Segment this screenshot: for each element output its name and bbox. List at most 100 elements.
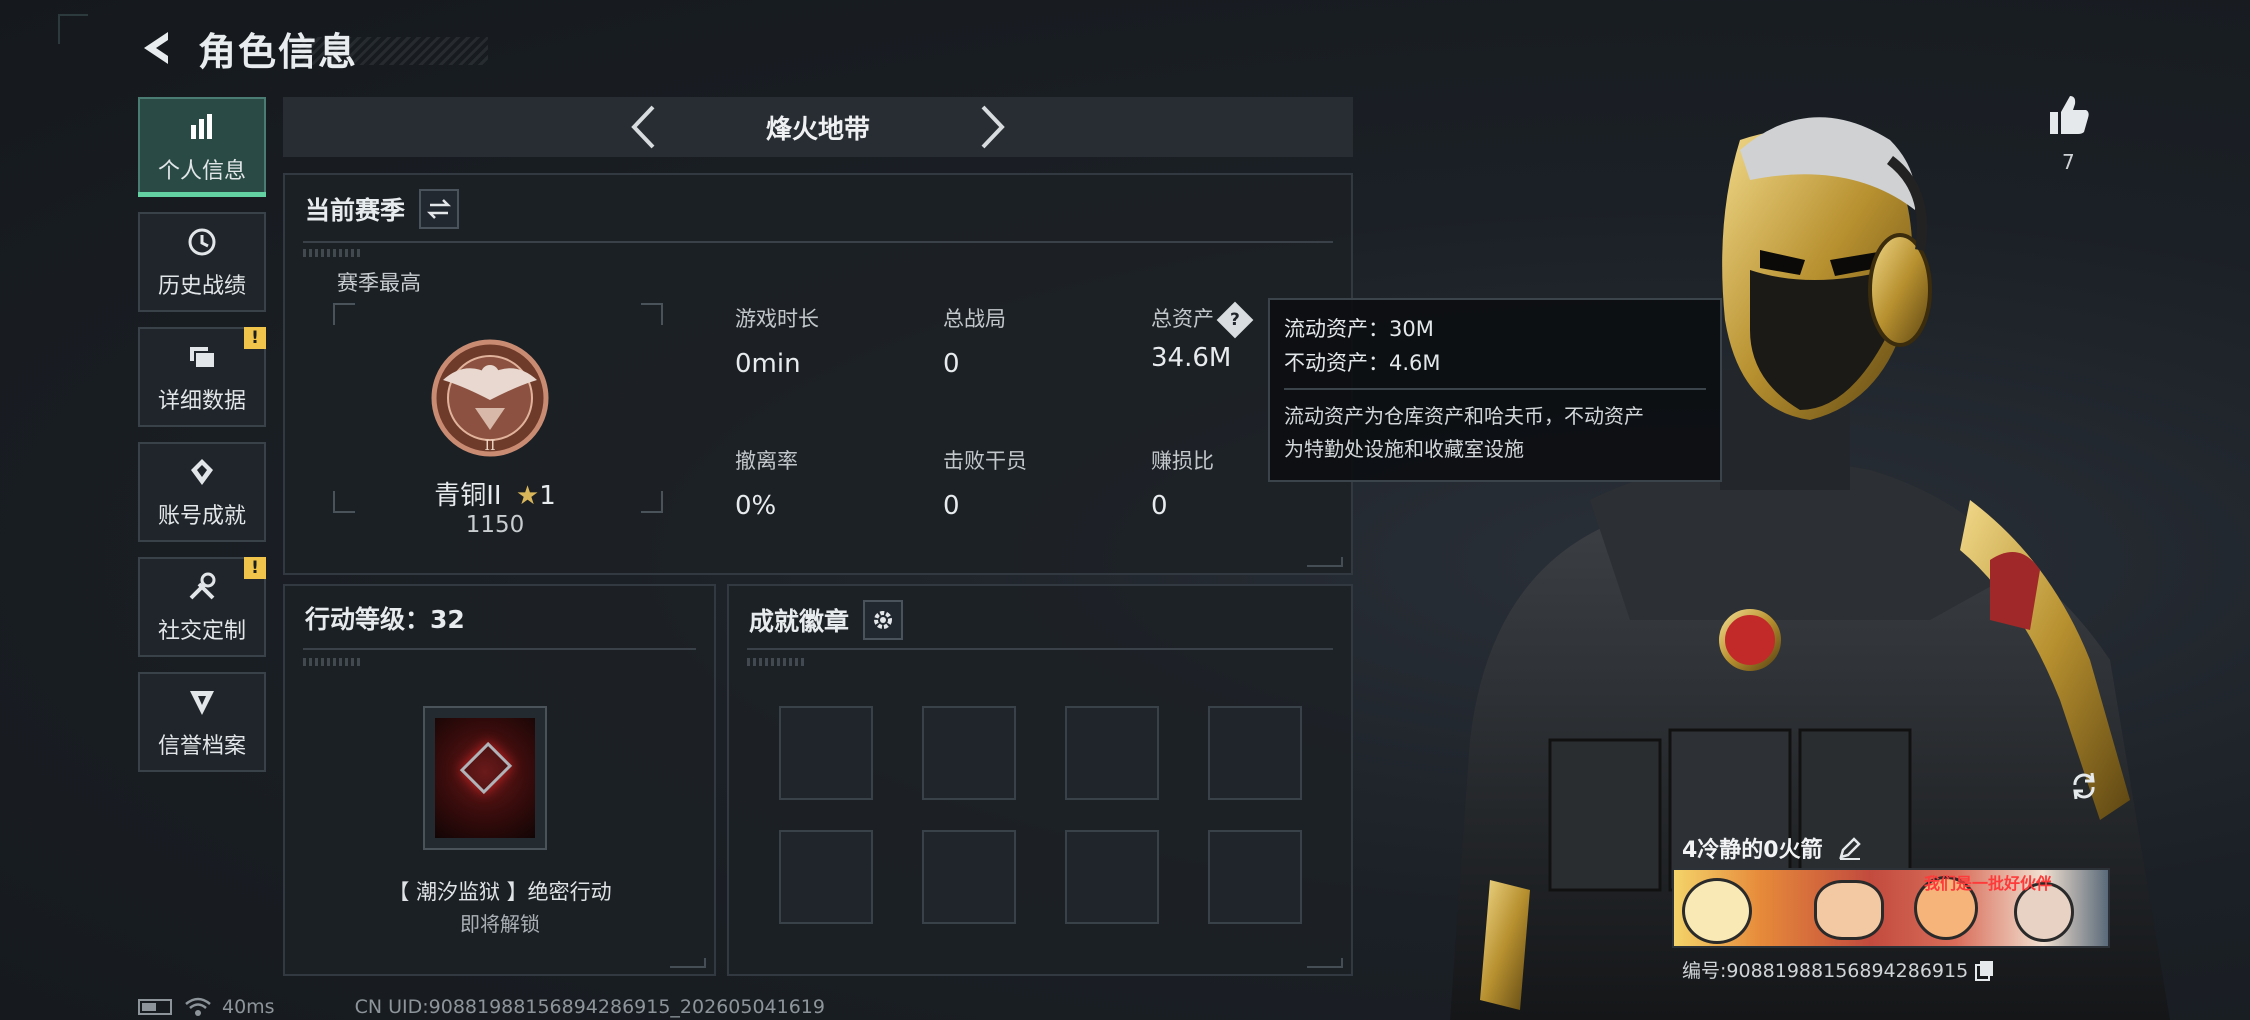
gear-icon bbox=[874, 611, 893, 629]
sidebar-item-detail-data[interactable]: 详细数据 ! bbox=[138, 327, 266, 427]
banner-title: 我们是一批好伙伴 bbox=[1924, 874, 2053, 893]
stat-label: 游戏时长 bbox=[735, 307, 819, 331]
corner-mark bbox=[670, 958, 706, 968]
achievement-panel: 成就徽章 bbox=[727, 584, 1353, 976]
bar-chart-icon bbox=[184, 109, 220, 145]
sidebar-item-reputation[interactable]: 信誉档案 bbox=[138, 672, 266, 772]
achievement-settings-button[interactable] bbox=[863, 600, 904, 640]
alert-badge: ! bbox=[244, 327, 266, 349]
sidebar-item-personal-info[interactable]: 个人信息 bbox=[138, 97, 266, 197]
wifi-icon bbox=[185, 997, 211, 1016]
tooltip-fixed-assets: 不动资产：4.6M bbox=[1284, 351, 1441, 375]
achievement-slot[interactable] bbox=[922, 830, 1016, 924]
stat-profit-ratio: 赚损比 0 bbox=[1151, 445, 1214, 521]
star-icon: ★ bbox=[515, 481, 540, 511]
player-banner[interactable]: 我们是一批好伙伴 bbox=[1672, 868, 2110, 948]
stat-value: 0 bbox=[943, 349, 960, 379]
achievement-slot[interactable] bbox=[1065, 830, 1159, 924]
uid-text: CN UID:90881988156894286915_202605041619 bbox=[354, 996, 825, 1018]
title-stripes bbox=[298, 37, 489, 65]
operation-name: 【 潮汐监狱 】绝密行动 bbox=[388, 880, 612, 904]
sidebar-item-label: 详细数据 bbox=[157, 389, 246, 414]
sidebar-item-social[interactable]: 社交定制 ! bbox=[138, 557, 266, 657]
achievement-icon bbox=[184, 454, 220, 490]
stat-total-assets: 总资产? 34.6M bbox=[1151, 301, 1254, 373]
achievement-slot[interactable] bbox=[779, 706, 873, 800]
divider bbox=[303, 648, 696, 650]
season-best-label: 赛季最高 bbox=[337, 271, 421, 295]
stat-value: 0% bbox=[735, 491, 777, 521]
rank-stars: 1 bbox=[539, 481, 556, 511]
copy-icon[interactable] bbox=[1974, 959, 1996, 981]
decor-lines bbox=[303, 249, 361, 257]
stat-total-matches: 总战局 0 bbox=[943, 303, 1006, 379]
prev-mode-arrow-icon[interactable] bbox=[628, 102, 658, 152]
operation-card[interactable] bbox=[423, 706, 547, 850]
stat-label: 总资产 bbox=[1151, 307, 1214, 331]
alert-badge: ! bbox=[244, 557, 266, 579]
sidebar-item-achievements[interactable]: 账号成就 bbox=[138, 442, 266, 542]
tools-icon bbox=[184, 569, 220, 605]
season-panel: 当前赛季 赛季最高 II 青铜II ★1 1150 游戏时长 0min 总战局 … bbox=[283, 173, 1353, 575]
folder-icon bbox=[184, 339, 220, 375]
stat-label: 总战局 bbox=[943, 307, 1006, 331]
stat-label: 击败干员 bbox=[943, 449, 1027, 473]
side-navigation: 个人信息 历史战绩 详细数据 ! 账号成就 社交定制 ! 信誉档案 bbox=[138, 97, 266, 787]
tooltip-description-line2: 为特勤处设施和收藏室设施 bbox=[1284, 437, 1524, 461]
sidebar-item-label: 社交定制 bbox=[157, 619, 246, 644]
battery-icon bbox=[138, 999, 172, 1015]
stat-value: 34.6M bbox=[1151, 343, 1232, 373]
rank-name-row: 青铜II ★1 bbox=[285, 475, 705, 512]
divider bbox=[747, 648, 1333, 650]
rank-points: 1150 bbox=[465, 512, 525, 538]
stat-value: 0min bbox=[735, 349, 801, 379]
sidebar-item-history[interactable]: 历史战绩 bbox=[138, 212, 266, 312]
sidebar-item-label: 账号成就 bbox=[157, 504, 246, 529]
player-name: 4冷静的0火箭 bbox=[1682, 838, 1823, 863]
back-arrow-icon[interactable] bbox=[138, 28, 178, 68]
corner-decoration bbox=[58, 14, 88, 44]
player-id-row: 编号:90881988156894286915 bbox=[1682, 956, 1996, 983]
swap-icon bbox=[426, 199, 452, 219]
stat-value: 0 bbox=[943, 491, 960, 521]
page-header: 角色信息 bbox=[138, 22, 489, 74]
achievement-slot[interactable] bbox=[1208, 830, 1302, 924]
tooltip-liquid-assets: 流动资产：30M bbox=[1284, 317, 1434, 341]
stat-label: 撤离率 bbox=[735, 449, 798, 473]
stat-label: 赚损比 bbox=[1151, 449, 1214, 473]
edit-icon[interactable] bbox=[1837, 835, 1863, 861]
sidebar-item-label: 信誉档案 bbox=[157, 734, 246, 759]
achievement-slot[interactable] bbox=[1065, 706, 1159, 800]
help-icon[interactable]: ? bbox=[1216, 301, 1254, 339]
next-mode-arrow-icon[interactable] bbox=[978, 102, 1008, 152]
like-count: 7 bbox=[2062, 150, 2075, 174]
decor-lines bbox=[303, 658, 361, 666]
achievement-slot[interactable] bbox=[922, 706, 1016, 800]
stat-kills: 击败干员 0 bbox=[943, 445, 1027, 521]
operation-image bbox=[435, 718, 535, 838]
achievement-slot[interactable] bbox=[1208, 706, 1302, 800]
svg-text:II: II bbox=[484, 438, 495, 454]
divider bbox=[303, 241, 1333, 243]
season-switch-button[interactable] bbox=[419, 189, 460, 229]
player-name-row: 4冷静的0火箭 bbox=[1682, 832, 1863, 864]
mode-title: 烽火地带 bbox=[765, 114, 870, 145]
history-icon bbox=[184, 224, 220, 260]
refresh-icon[interactable] bbox=[2064, 766, 2104, 806]
level-title: 行动等级：32 bbox=[305, 605, 465, 634]
stat-label-row: 总资产? bbox=[1151, 301, 1254, 339]
reputation-icon bbox=[184, 684, 220, 720]
achievement-slot[interactable] bbox=[779, 830, 873, 924]
asset-tooltip: 流动资产：30M 不动资产：4.6M 流动资产为仓库资产和哈夫币，不动资产 为特… bbox=[1268, 298, 1722, 482]
thumbs-up-icon[interactable] bbox=[2046, 92, 2092, 138]
bronze-rank-badge-icon: II bbox=[425, 330, 555, 460]
mode-selector: 烽火地带 bbox=[283, 97, 1353, 157]
stat-play-time: 游戏时长 0min bbox=[735, 303, 819, 379]
season-title: 当前赛季 bbox=[305, 196, 406, 225]
player-id: 编号:90881988156894286915 bbox=[1682, 960, 1969, 982]
rank-name: 青铜II bbox=[434, 481, 502, 511]
achievement-title-row: 成就徽章 bbox=[749, 600, 904, 640]
sidebar-item-label: 个人信息 bbox=[157, 159, 246, 184]
status-bar: 40ms CN UID:90881988156894286915_2026050… bbox=[138, 995, 825, 1019]
stat-value: 0 bbox=[1151, 491, 1168, 521]
